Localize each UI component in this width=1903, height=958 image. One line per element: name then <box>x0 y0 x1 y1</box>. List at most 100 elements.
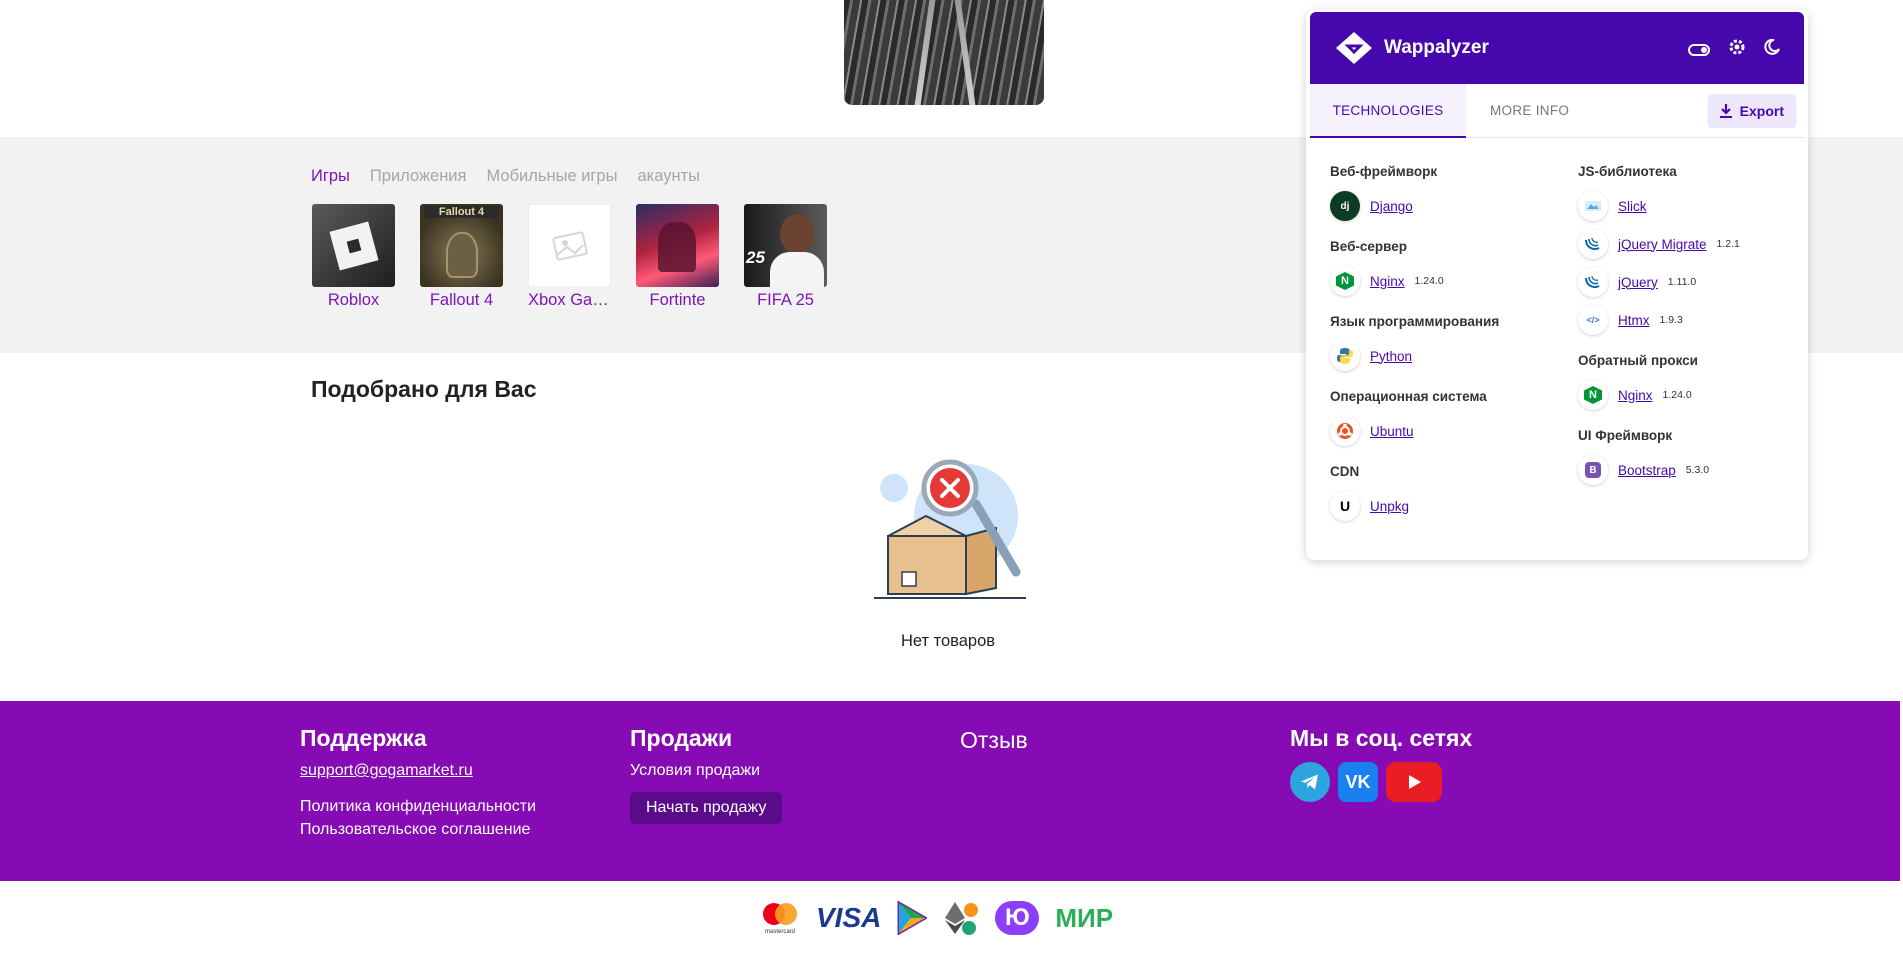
tech-category-title: CDN <box>1330 464 1360 479</box>
toggle-icon[interactable] <box>1688 43 1710 56</box>
footer: Поддержка support@gogamarket.ru Политика… <box>0 701 1900 881</box>
mastercard-label: mastercard <box>765 929 795 935</box>
tech-column-right: JS-библиотека Slick jQuery Migrate 1.2.1 jQu… <box>1578 164 1804 503</box>
tech-version: 5.3.0 <box>1685 464 1710 476</box>
tech-name-link[interactable]: Htmx <box>1618 313 1650 328</box>
django-icon: dj <box>1330 191 1360 221</box>
fallout4-thumbnail: Fallout 4 <box>420 204 503 287</box>
game-card-roblox[interactable]: Roblox <box>312 204 395 310</box>
gear-icon[interactable] <box>1728 38 1746 61</box>
telegram-icon[interactable] <box>1290 762 1330 802</box>
tech-category: Операционная система Ubuntu <box>1330 389 1560 450</box>
tech-name-link[interactable]: Django <box>1370 199 1413 214</box>
start-selling-button[interactable]: Начать продажу <box>630 792 783 824</box>
game-name: FIFA 25 <box>757 291 814 309</box>
fortnite-thumbnail <box>636 204 719 287</box>
youtube-icon[interactable] <box>1386 762 1442 802</box>
technologies-list: Веб-фреймворк dj Django Веб-сервер N Nginx 1.2… <box>1310 140 1804 560</box>
tech-category-title: JS-библиотека <box>1578 164 1677 179</box>
game-name: Fallout 4 <box>429 291 494 309</box>
tech-name-link[interactable]: Python <box>1370 349 1412 364</box>
tech-item: B Bootstrap 5.3.0 <box>1578 451 1804 489</box>
vk-label: VK <box>1345 771 1371 792</box>
dark-mode-icon[interactable] <box>1764 38 1780 60</box>
game-card-fifa25[interactable]: 25 FIFA 25 <box>744 204 827 310</box>
tech-name-link[interactable]: Bootstrap <box>1618 463 1676 478</box>
tech-name-link[interactable]: jQuery Migrate <box>1618 237 1707 252</box>
python-icon <box>1330 341 1360 371</box>
wappalyzer-header: Wappalyzer <box>1310 12 1804 84</box>
fifa25-logo-text: 25 <box>746 248 765 267</box>
page: Игры Приложения Мобильные игры акаунты R… <box>0 0 1903 958</box>
games-list: Roblox Fallout 4 Fallout 4 Xbox Game Pas… <box>312 204 827 310</box>
nginx-icon: N <box>1330 266 1360 296</box>
wappalyzer-title: Wappalyzer <box>1384 37 1489 58</box>
wappalyzer-tabs: TECHNOLOGIES MORE INFO Export <box>1310 84 1804 138</box>
tab-accounts[interactable]: акаунты <box>637 167 700 186</box>
wappalyzer-logo: Wappalyzer <box>1334 30 1489 66</box>
tech-category: UI Фреймворк B Bootstrap 5.3.0 <box>1578 428 1804 489</box>
htmx-icon: </> <box>1578 305 1608 335</box>
slick-icon <box>1578 191 1608 221</box>
vk-icon[interactable]: VK <box>1338 762 1378 802</box>
wappalyzer-popup: Wappalyzer TECHNOLOGIES MORE INFO Export <box>1306 10 1808 560</box>
tech-category: Обратный прокси N Nginx 1.24.0 <box>1578 353 1804 414</box>
tab-more-info[interactable]: MORE INFO <box>1490 84 1569 138</box>
empty-state-text: Нет товаров <box>900 632 996 650</box>
sbp-icon <box>897 900 928 936</box>
tab-apps[interactable]: Приложения <box>370 167 467 186</box>
tech-item: </> Htmx 1.9.3 <box>1578 301 1804 339</box>
tech-category: Веб-фреймворк dj Django <box>1330 164 1560 225</box>
tab-games[interactable]: Игры <box>311 167 350 186</box>
tech-item: dj Django <box>1330 187 1560 225</box>
tab-mobile-games[interactable]: Мобильные игры <box>486 167 617 186</box>
wappalyzer-controls <box>1688 38 1780 61</box>
tech-item: jQuery Migrate 1.2.1 <box>1578 225 1804 263</box>
export-button[interactable]: Export <box>1707 94 1796 128</box>
yoomoney-icon: Ю <box>995 900 1040 936</box>
sale-terms-link[interactable]: Условия продажи <box>630 762 782 780</box>
privacy-policy-link[interactable]: Политика конфиденциальности <box>300 798 536 816</box>
bootstrap-icon: B <box>1578 455 1608 485</box>
jquery-icon <box>1578 267 1608 297</box>
footer-review: Отзыв <box>960 727 1028 754</box>
game-card-fallout4[interactable]: Fallout 4 Fallout 4 <box>420 204 503 310</box>
social-links: VK <box>1290 762 1472 802</box>
tech-name-link[interactable]: Slick <box>1618 199 1647 214</box>
tech-version: 1.24.0 <box>1662 389 1692 401</box>
yoomoney-label: Ю <box>995 901 1040 935</box>
tech-category-title: Обратный прокси <box>1578 353 1698 368</box>
roblox-thumbnail <box>312 204 395 287</box>
tech-item: Ubuntu <box>1330 412 1560 450</box>
tech-version: 1.11.0 <box>1667 276 1697 288</box>
tech-name-link[interactable]: Nginx <box>1370 274 1405 289</box>
footer-social-title: Мы в соц. сетях <box>1290 725 1473 751</box>
tab-technologies[interactable]: TECHNOLOGIES <box>1310 84 1466 138</box>
review-link[interactable]: Отзыв <box>960 727 1028 754</box>
mir-label: МИР <box>1055 902 1114 933</box>
hero-image[interactable] <box>844 0 1044 105</box>
support-email-link[interactable]: support@gogamarket.ru <box>300 762 536 780</box>
ubuntu-icon <box>1330 416 1360 446</box>
footer-sales: Продажи Условия продажи Начать продажу <box>630 725 783 824</box>
tech-name-link[interactable]: Ubuntu <box>1370 424 1414 439</box>
crypto-icon <box>943 900 979 936</box>
visa-icon: VISA <box>816 900 881 936</box>
tech-name-link[interactable]: Nginx <box>1618 388 1653 403</box>
tech-name-link[interactable]: jQuery <box>1618 275 1658 290</box>
game-name: Roblox <box>327 291 380 309</box>
user-agreement-link[interactable]: Пользовательское соглашение <box>300 821 536 839</box>
tech-category: Язык программирования Python <box>1330 314 1560 375</box>
game-card-fortnite[interactable]: Fortinte <box>636 204 719 310</box>
footer-social: Мы в соц. сетях VK <box>1290 725 1472 802</box>
payment-methods: mastercard VISA Ю МИР <box>760 900 1113 936</box>
tech-category-title: Язык программирования <box>1330 314 1500 329</box>
unpkg-icon: U <box>1330 491 1360 521</box>
game-card-xbox-game-pass[interactable]: Xbox Game Pass <box>528 204 611 310</box>
tech-version: 1.2.1 <box>1716 238 1740 250</box>
tech-item: Slick <box>1578 187 1804 225</box>
mastercard-icon: mastercard <box>760 900 800 936</box>
tech-version: 1.24.0 <box>1414 275 1444 287</box>
tech-name-link[interactable]: Unpkg <box>1370 499 1409 514</box>
tech-item: N Nginx 1.24.0 <box>1330 262 1560 300</box>
